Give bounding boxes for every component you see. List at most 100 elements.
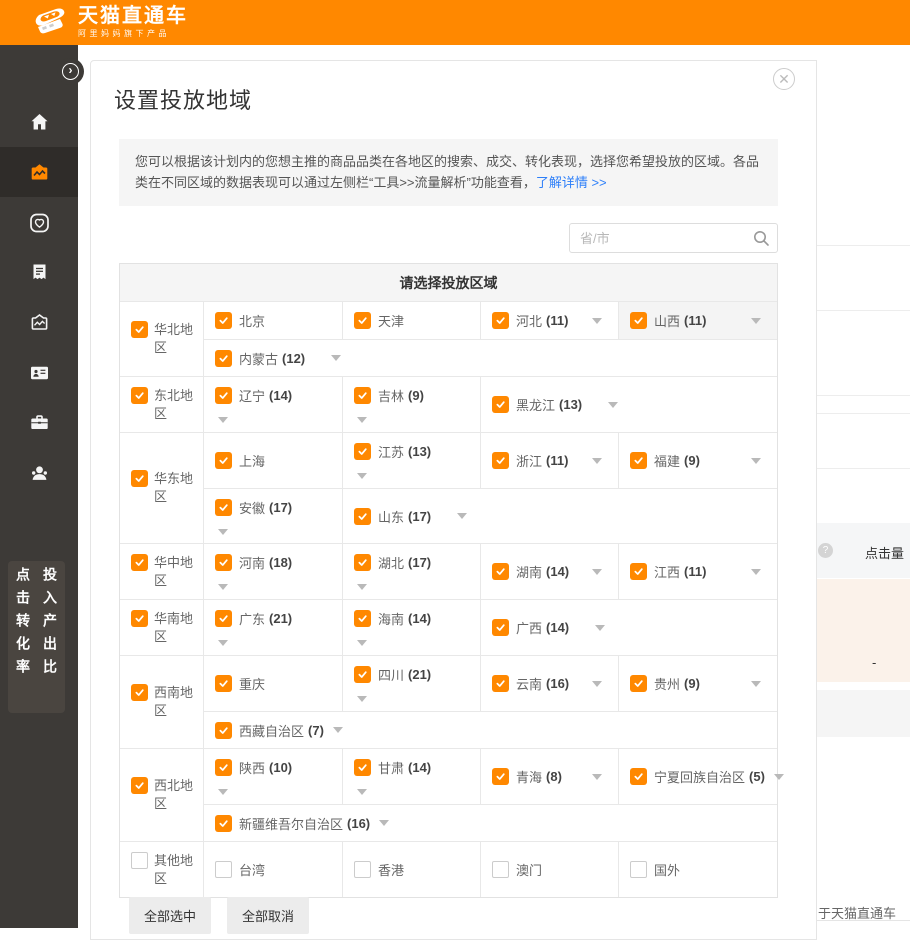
province-checkbox-item[interactable]: 福建(9) [618,433,777,488]
province-checkbox-item[interactable]: 河南(18) [204,544,342,599]
learn-more-link[interactable]: 了解详情 >> [536,175,607,190]
metrics-panel[interactable]: 点击转化率 投入产出比 [8,561,65,713]
chevron-down-icon[interactable] [592,318,602,324]
province-checkbox-item[interactable]: 浙江(11) [480,433,618,488]
checkbox-checked[interactable] [215,759,232,776]
chevron-down-icon[interactable] [457,513,467,519]
chevron-down-icon[interactable] [751,458,761,464]
chevron-down-icon[interactable] [218,789,228,795]
checkbox-checked[interactable] [215,722,232,739]
province-checkbox-item[interactable]: 甘肃(14) [342,749,480,804]
checkbox-checked[interactable] [131,554,148,571]
checkbox-unchecked[interactable] [492,861,509,878]
chevron-down-icon[interactable] [218,417,228,423]
checkbox-unchecked[interactable] [131,852,148,869]
search-icon[interactable] [752,229,770,247]
province-checkbox-item[interactable]: 香港 [342,842,480,897]
sidebar-item-favorites[interactable] [0,197,78,247]
province-checkbox-item[interactable]: 天津 [342,302,480,339]
province-checkbox-item[interactable]: 河北(11) [480,302,618,339]
chevron-down-icon[interactable] [333,727,343,733]
chevron-down-icon[interactable] [592,681,602,687]
checkbox-checked[interactable] [131,321,148,338]
province-checkbox-item[interactable]: 四川(21) [342,656,480,711]
sidebar-item-report[interactable] [0,247,78,297]
checkbox-checked[interactable] [354,387,371,404]
sidebar-item-toolbox[interactable] [0,397,78,447]
sidebar-collapse-toggle[interactable]: › [57,58,84,85]
chevron-down-icon[interactable] [357,584,367,590]
province-checkbox-item[interactable]: 上海 [204,433,342,488]
region-checkbox-item[interactable]: 其他地区 [120,842,204,897]
checkbox-unchecked[interactable] [630,861,647,878]
checkbox-checked[interactable] [630,563,647,580]
checkbox-checked[interactable] [630,675,647,692]
checkbox-checked[interactable] [215,387,232,404]
region-checkbox-item[interactable]: 华北地区 [120,302,204,376]
chevron-down-icon[interactable] [357,789,367,795]
province-checkbox-item[interactable]: 台湾 [204,842,342,897]
checkbox-checked[interactable] [215,499,232,516]
sidebar-item-user[interactable] [0,447,78,497]
checkbox-checked[interactable] [492,563,509,580]
checkbox-checked[interactable] [354,610,371,627]
province-checkbox-item[interactable]: 山西(11) [618,302,777,339]
chevron-down-icon[interactable] [357,417,367,423]
chevron-down-icon[interactable] [592,774,602,780]
chevron-down-icon[interactable] [218,584,228,590]
chevron-down-icon[interactable] [218,640,228,646]
brand-logo[interactable]: 天猫直通车 阿里妈妈旗下产品 [30,3,188,41]
province-checkbox-item[interactable]: 黑龙江(13) [480,377,777,432]
province-checkbox-item[interactable]: 湖北(17) [342,544,480,599]
checkbox-checked[interactable] [131,777,148,794]
checkbox-checked[interactable] [354,554,371,571]
province-checkbox-item[interactable]: 澳门 [480,842,618,897]
province-checkbox-item[interactable]: 北京 [204,302,342,339]
checkbox-checked[interactable] [354,508,371,525]
province-checkbox-item[interactable]: 国外 [618,842,777,897]
province-checkbox-item[interactable]: 新疆维吾尔自治区(16) [204,805,777,841]
checkbox-checked[interactable] [630,768,647,785]
checkbox-checked[interactable] [215,815,232,832]
chevron-down-icon[interactable] [751,569,761,575]
chevron-down-icon[interactable] [357,696,367,702]
checkbox-checked[interactable] [215,610,232,627]
region-checkbox-item[interactable]: 华南地区 [120,600,204,655]
chevron-down-icon[interactable] [592,458,602,464]
chevron-down-icon[interactable] [218,529,228,535]
checkbox-checked[interactable] [492,619,509,636]
province-checkbox-item[interactable]: 吉林(9) [342,377,480,432]
sidebar-item-home[interactable] [0,97,78,147]
province-checkbox-item[interactable]: 广东(21) [204,600,342,655]
province-checkbox-item[interactable]: 贵州(9) [618,656,777,711]
close-icon[interactable]: ✕ [773,68,795,90]
chevron-down-icon[interactable] [592,569,602,575]
chevron-down-icon[interactable] [751,681,761,687]
chevron-down-icon[interactable] [357,473,367,479]
sidebar-item-idcard[interactable] [0,347,78,397]
checkbox-checked[interactable] [215,452,232,469]
deselect-all-button[interactable]: 全部取消 [227,897,309,934]
province-checkbox-item[interactable]: 内蒙古(12) [204,340,777,376]
select-all-button[interactable]: 全部选中 [129,897,211,934]
checkbox-checked[interactable] [492,768,509,785]
province-checkbox-item[interactable]: 广西(14) [480,600,777,655]
chevron-down-icon[interactable] [595,625,605,631]
checkbox-checked[interactable] [131,470,148,487]
checkbox-checked[interactable] [630,452,647,469]
checkbox-checked[interactable] [492,396,509,413]
checkbox-checked[interactable] [492,452,509,469]
chevron-down-icon[interactable] [608,402,618,408]
province-checkbox-item[interactable]: 宁夏回族自治区(5) [618,749,777,804]
province-checkbox-item[interactable]: 青海(8) [480,749,618,804]
checkbox-checked[interactable] [354,312,371,329]
region-checkbox-item[interactable]: 西南地区 [120,656,204,748]
checkbox-checked[interactable] [131,610,148,627]
checkbox-checked[interactable] [215,350,232,367]
region-checkbox-item[interactable]: 华东地区 [120,433,204,543]
chevron-down-icon[interactable] [774,774,784,780]
checkbox-checked[interactable] [354,666,371,683]
region-checkbox-item[interactable]: 西北地区 [120,749,204,841]
chevron-down-icon[interactable] [751,318,761,324]
region-checkbox-item[interactable]: 华中地区 [120,544,204,599]
